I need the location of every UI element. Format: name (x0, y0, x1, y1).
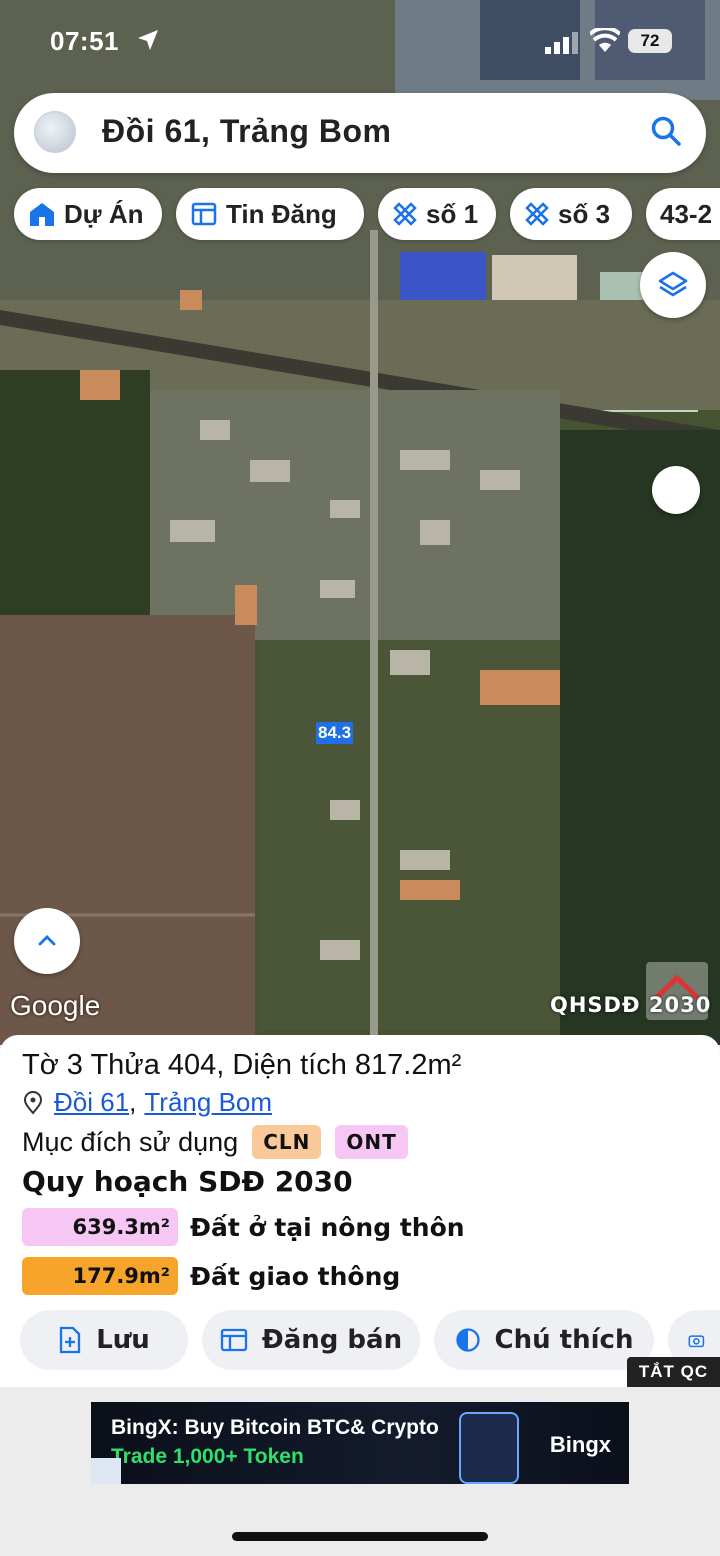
listing-icon (191, 202, 217, 226)
satellite-map[interactable]: 07:51 72 Đồi 61, Trảng Bom Dự Án Tin Đăn… (0, 0, 720, 1045)
ad-choices-icon[interactable] (91, 1458, 121, 1484)
layers-button[interactable] (640, 252, 706, 318)
google-logo: Google (10, 990, 101, 1021)
plot-area-label[interactable]: 84.3 (316, 722, 354, 744)
legend-icon (455, 1328, 480, 1352)
usage-tag-ont[interactable]: ONT (335, 1125, 408, 1159)
save-label: Lưu (96, 1325, 150, 1355)
separator: , (129, 1087, 137, 1117)
chip-so-1[interactable]: số 1 (378, 188, 496, 240)
ad-headline: BingX: Buy Bitcoin BTC& Crypto (111, 1416, 439, 1439)
legend-label: Chú thích (494, 1325, 634, 1355)
plan-title: Quy hoạch SDĐ 2030 (22, 1165, 353, 1198)
search-icon[interactable] (650, 115, 682, 147)
ad-subline: Trade 1,000+ Token (111, 1445, 304, 1468)
save-icon (60, 1326, 81, 1354)
home-indicator[interactable] (232, 1532, 488, 1541)
chip-du-an[interactable]: Dự Án (14, 188, 162, 240)
signal-icon (545, 32, 578, 54)
plan-name: Đất giao thông (190, 1261, 401, 1291)
close-ad-button[interactable]: TẮT QC (627, 1357, 720, 1387)
location-arrow-icon (138, 30, 158, 50)
camera-plus-icon (688, 1335, 705, 1348)
usage-tag-cln[interactable]: CLN (252, 1125, 322, 1159)
chip-label: số 3 (558, 198, 611, 229)
map-pin-icon (23, 1090, 43, 1115)
chip-43-2[interactable]: 43-2 (646, 188, 720, 240)
location-link-trang-bom[interactable]: Trảng Bom (144, 1087, 272, 1118)
legend-button[interactable]: Chú thích (434, 1310, 654, 1370)
chip-label: 43-2 (660, 198, 713, 229)
ruler-icon (393, 202, 417, 226)
project-icon (30, 203, 54, 226)
chip-label: Tin Đăng (226, 198, 337, 229)
phone-graphic (459, 1412, 519, 1484)
chip-so-3[interactable]: số 3 (510, 188, 632, 240)
chip-label: số 1 (426, 198, 479, 229)
search-bar[interactable]: Đồi 61, Trảng Bom (14, 93, 706, 173)
save-button[interactable]: Lưu (20, 1310, 188, 1370)
parcel-location: Đồi 61 , Trảng Bom (22, 1087, 272, 1118)
ruler-icon (525, 202, 549, 226)
layers-icon (658, 271, 688, 297)
plan-item-transport: 177.9m² Đất giao thông (22, 1257, 400, 1295)
parcel-info-panel: Tờ 3 Thửa 404, Diện tích 817.2m² Đồi 61 … (0, 1035, 720, 1387)
action-buttons: Lưu Đăng bán Chú thích (20, 1310, 720, 1370)
chip-tin-dang[interactable]: Tin Đăng (176, 188, 364, 240)
search-query[interactable]: Đồi 61, Trảng Bom (102, 113, 391, 150)
usage-purpose-label: Mục đích sử dụng (22, 1126, 239, 1157)
post-sale-label: Đăng bán (261, 1325, 403, 1355)
battery-indicator: 72 (628, 29, 672, 53)
filter-chips: Dự Án Tin Đăng số 1 số 3 43-2 (14, 188, 720, 240)
plan-area: 639.3m² (22, 1208, 178, 1246)
opacity-toggle[interactable] (652, 466, 700, 514)
parcel-title: Tờ 3 Thửa 404, Diện tích 817.2m² (22, 1049, 462, 1081)
post-sale-button[interactable]: Đăng bán (202, 1310, 420, 1370)
usage-purpose-row: Mục đích sử dụng CLN ONT (22, 1125, 408, 1159)
chevron-up-icon (38, 935, 56, 946)
watermark: QHSDĐ 2030 (550, 993, 712, 1017)
status-bar: 07:51 72 (0, 22, 720, 62)
status-time: 07:51 (50, 26, 119, 56)
wifi-icon (590, 28, 620, 52)
plan-item-residential: 639.3m² Đất ở tại nông thôn (22, 1208, 465, 1246)
expand-button[interactable] (14, 908, 80, 974)
location-link-doi-61[interactable]: Đồi 61 (54, 1087, 129, 1118)
ad-brand: Bingx (549, 1432, 611, 1457)
plan-area: 177.9m² (22, 1257, 178, 1295)
post-icon (220, 1328, 248, 1352)
ad-banner[interactable]: BingX: Buy Bitcoin BTC& Crypto Trade 1,0… (91, 1402, 629, 1484)
avatar[interactable] (34, 111, 76, 153)
chip-label: Dự Án (64, 198, 144, 229)
plan-name: Đất ở tại nông thôn (190, 1212, 465, 1242)
